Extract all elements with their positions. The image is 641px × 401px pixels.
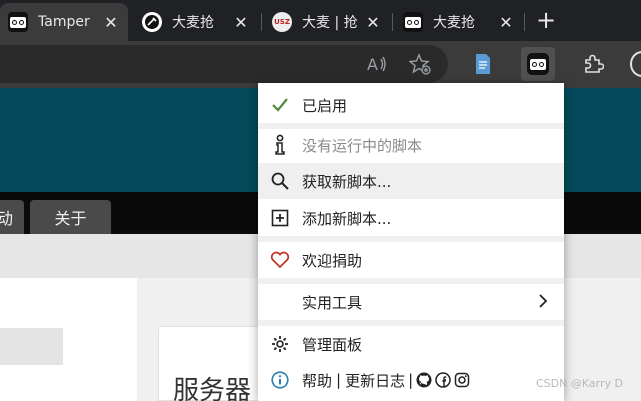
separator: | [408,371,414,389]
heart-icon [258,251,302,269]
tampermonkey-icon [403,12,423,32]
menu-item-enabled[interactable]: 已启用 [258,87,564,123]
gear-icon [258,335,302,353]
tab-divider [392,13,393,31]
tab-title: Tamper [38,14,90,30]
document-extension-icon[interactable] [466,47,500,81]
tab-damai-3[interactable]: 大麦抢 ✕ [395,3,523,41]
tab-tampermonkey[interactable]: Tamper ✕ [0,3,128,41]
new-tab-button[interactable]: + [531,6,561,36]
add-box-icon [258,209,302,227]
tab-divider [524,13,525,31]
left-placeholder [0,328,63,365]
close-icon[interactable]: ✕ [232,13,250,32]
nav-tab-about[interactable]: 关于 [30,200,111,234]
close-icon[interactable]: ✕ [102,13,120,32]
menu-item-label: 已启用 [302,96,348,115]
tab-damai-2[interactable]: USZ 大麦 | 抢 ✕ [264,3,390,41]
tampermonkey-icon [8,12,28,32]
menu-item-add-script[interactable]: 添加新脚本... [258,200,564,236]
menu-item-label: 实用工具 [302,293,363,312]
tab-title: 大麦 | 抢 [302,15,358,31]
card-title: 服务器 [173,376,252,401]
browser-toolbar: A [0,41,641,88]
menu-item-label: 获取新脚本... [302,172,392,191]
info-icon [258,371,302,389]
menu-item-donate[interactable]: 欢迎捐助 [258,242,564,278]
menu-item-label: 添加新脚本... [302,209,392,228]
tab-strip: Tamper ✕ 大麦抢 ✕ USZ 大麦 | 抢 ✕ 大麦抢 ✕ + [0,0,641,41]
changelog-link[interactable]: 更新日志 [345,370,405,391]
menu-item-get-scripts[interactable]: 获取新脚本... [258,163,564,199]
menu-item-label: 欢迎捐助 [302,251,363,270]
add-favorite-icon[interactable] [403,47,437,81]
tab-title: 大麦抢 [172,15,214,31]
script-info-icon [258,134,302,156]
menu-item-help: 帮助 | 更新日志 | [258,362,564,398]
tab-title: 大麦抢 [433,15,475,31]
profile-avatar[interactable] [630,51,641,77]
tab-divider [261,13,262,31]
search-icon [258,172,302,190]
nav-tab[interactable]: 动 [0,200,24,234]
damai-robot-icon [142,12,162,32]
github-icon[interactable] [416,372,432,388]
instagram-icon[interactable] [454,372,470,388]
watermark: CSDN @Karry D [536,377,623,390]
menu-item-label: 没有运行中的脚本 [302,136,423,155]
menu-item-no-scripts: 没有运行中的脚本 [258,127,564,163]
tampermonkey-icon[interactable] [521,47,555,81]
read-aloud-icon[interactable]: A [360,47,394,81]
facebook-icon[interactable] [435,372,451,388]
menu-item-utilities[interactable]: 实用工具 [258,284,564,320]
close-icon[interactable]: ✕ [364,13,382,32]
usz-icon: USZ [272,12,292,32]
puzzle-icon[interactable] [576,47,610,81]
menu-item-dashboard[interactable]: 管理面板 [258,326,564,362]
tab-damai-1[interactable]: 大麦抢 ✕ [134,3,258,41]
svg-text:A: A [367,55,378,74]
tampermonkey-menu: 已启用 没有运行中的脚本 获取新脚本... 添加新脚本... 欢迎捐助 实用工具 [258,83,564,401]
menu-item-label: 管理面板 [302,335,363,354]
check-icon [258,97,302,113]
close-icon[interactable]: ✕ [497,13,515,32]
help-link[interactable]: 帮助 [302,370,332,391]
separator: | [336,371,342,389]
chevron-right-icon [538,293,548,312]
